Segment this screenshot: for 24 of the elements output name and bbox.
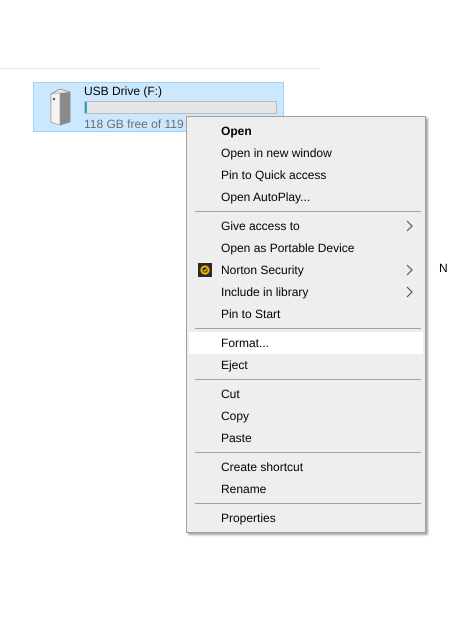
menu-item[interactable]: Norton Security — [189, 259, 423, 281]
menu-item[interactable]: Rename — [189, 478, 423, 500]
free-space-text: 118 GB free of 119 — [84, 116, 185, 130]
menu-item[interactable]: Eject — [189, 354, 423, 376]
menu-item[interactable]: Cut — [189, 383, 423, 405]
menu-item[interactable]: Pin to Quick access — [189, 164, 423, 186]
menu-item[interactable]: Open in new window — [189, 142, 423, 164]
menu-item[interactable]: Include in library — [189, 281, 423, 303]
shield-badge-icon — [198, 263, 212, 277]
menu-item[interactable]: Copy — [189, 405, 423, 427]
drive-icon — [48, 88, 72, 126]
menu-item[interactable]: Create shortcut — [189, 456, 423, 478]
menu-item[interactable]: Format... — [189, 332, 423, 354]
menu-item[interactable]: Open as Portable Device — [189, 237, 423, 259]
menu-item[interactable]: Paste — [189, 427, 423, 449]
menu-item[interactable]: Pin to Start — [189, 303, 423, 325]
menu-item[interactable]: Properties — [189, 507, 423, 529]
chevron-right-icon — [406, 264, 413, 276]
chevron-right-icon — [406, 286, 413, 298]
background-text: N — [439, 261, 448, 275]
menu-item[interactable]: Open AutoPlay... — [189, 186, 423, 208]
menu-item[interactable]: Give access to — [189, 215, 423, 237]
chevron-right-icon — [406, 220, 413, 232]
drive-name: USB Drive (F:) — [84, 84, 163, 98]
